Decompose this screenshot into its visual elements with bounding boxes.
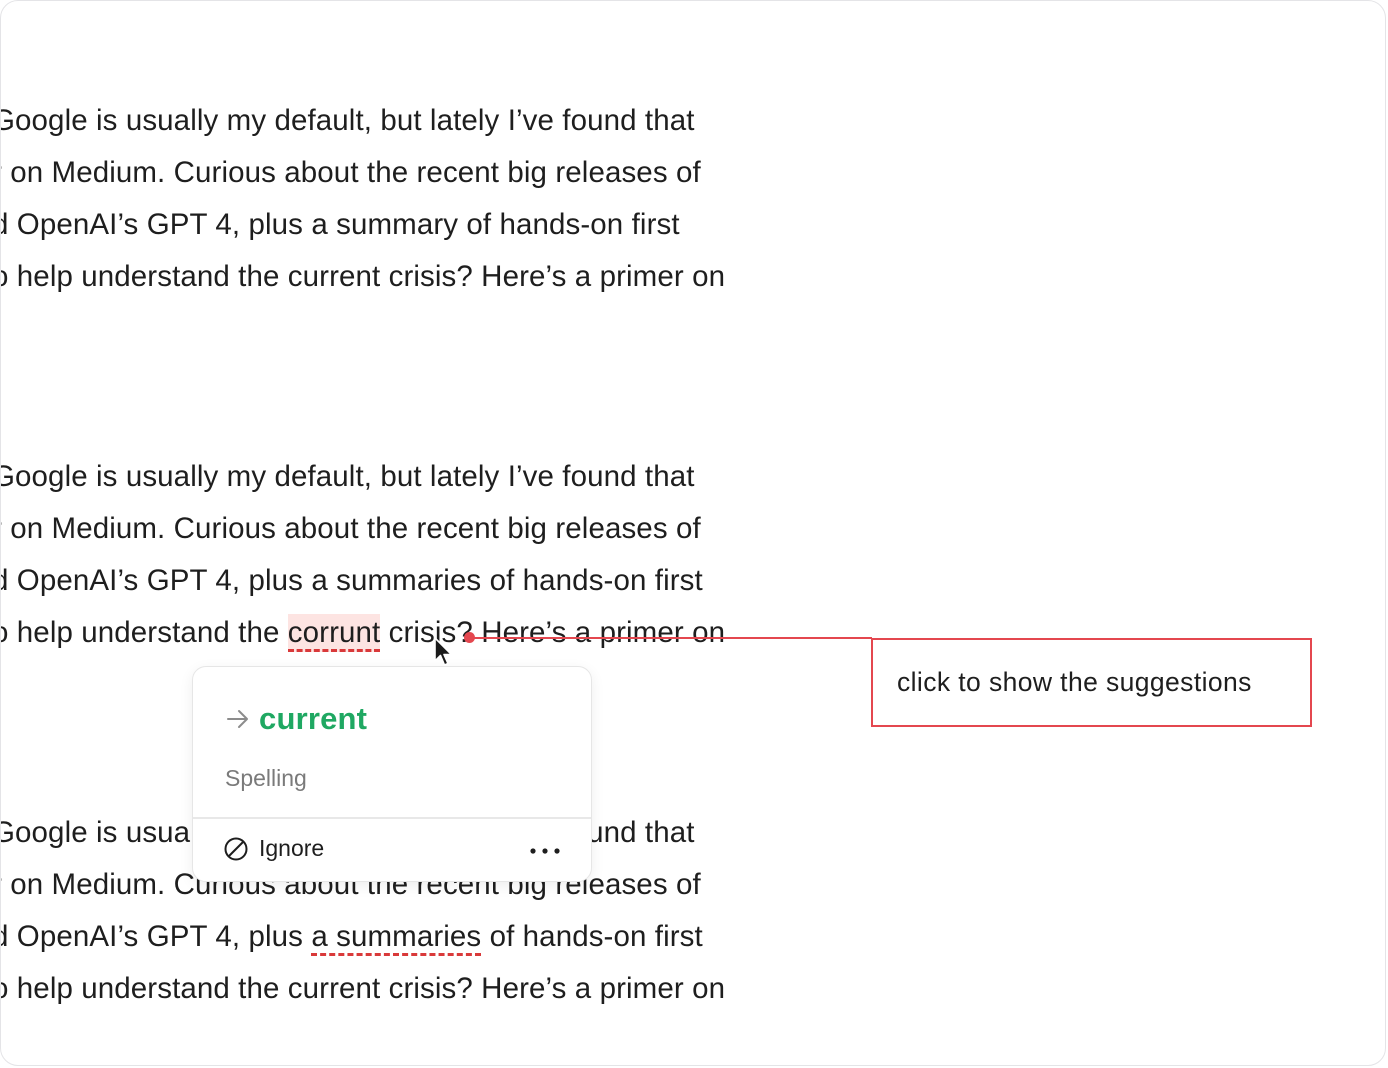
annotation-text: click to show the suggestions <box>897 667 1252 697</box>
mouse-pointer-icon <box>434 637 453 666</box>
editor-canvas: Google is usually my default, but lately… <box>0 0 1386 1066</box>
suggestion-category: Spelling <box>225 765 307 791</box>
text-line: Google is usually my default, but lately… <box>0 460 695 493</box>
paragraph-with-spelling-error: Google is usually my default, but lately… <box>0 451 725 659</box>
suggestion-text[interactable]: current <box>259 701 367 737</box>
text-line: o help understand the current crisis? He… <box>0 972 726 1005</box>
text-line: d OpenAI’s GPT 4, plus a summaries of ha… <box>0 564 703 597</box>
popup-divider <box>193 817 591 819</box>
grammar-error-phrase[interactable]: a summaries <box>311 920 482 956</box>
text-line: d OpenAI’s GPT 4, plus a summary of hand… <box>0 208 680 241</box>
annotation-connector-line <box>470 637 872 639</box>
text-line: r on Medium. Curious about the recent bi… <box>0 512 701 545</box>
more-options-icon <box>530 848 560 854</box>
text-segment: of hands-on first <box>481 920 703 953</box>
text-line: r on Medium. Curious about the recent bi… <box>0 156 701 189</box>
text-line: d OpenAI’s GPT 4, plus a summaries of ha… <box>0 911 725 963</box>
ignore-button[interactable]: Ignore <box>223 835 324 862</box>
ignore-icon <box>224 837 248 860</box>
ignore-label: Ignore <box>259 835 325 861</box>
annotation-callout: click to show the suggestions <box>871 638 1312 727</box>
more-options-button[interactable] <box>525 839 565 863</box>
suggestion-item[interactable]: current <box>225 701 367 737</box>
text-segment: o help understand the <box>0 616 288 649</box>
misspelled-word[interactable]: corrunt <box>287 614 381 652</box>
arrow-right-icon <box>227 710 248 728</box>
text-segment: d OpenAI’s GPT 4, plus <box>0 920 312 953</box>
suggestion-popup: current Spelling Ignore <box>192 666 592 882</box>
paragraph-plain: Google is usually my default, but lately… <box>0 95 726 303</box>
annotation-connector-dot <box>464 632 475 643</box>
text-line: o help understand the current crisis? He… <box>0 260 726 293</box>
text-line: Google is usually my default, but lately… <box>0 104 695 137</box>
text-line: o help understand the corrunt crisis? He… <box>0 607 725 659</box>
